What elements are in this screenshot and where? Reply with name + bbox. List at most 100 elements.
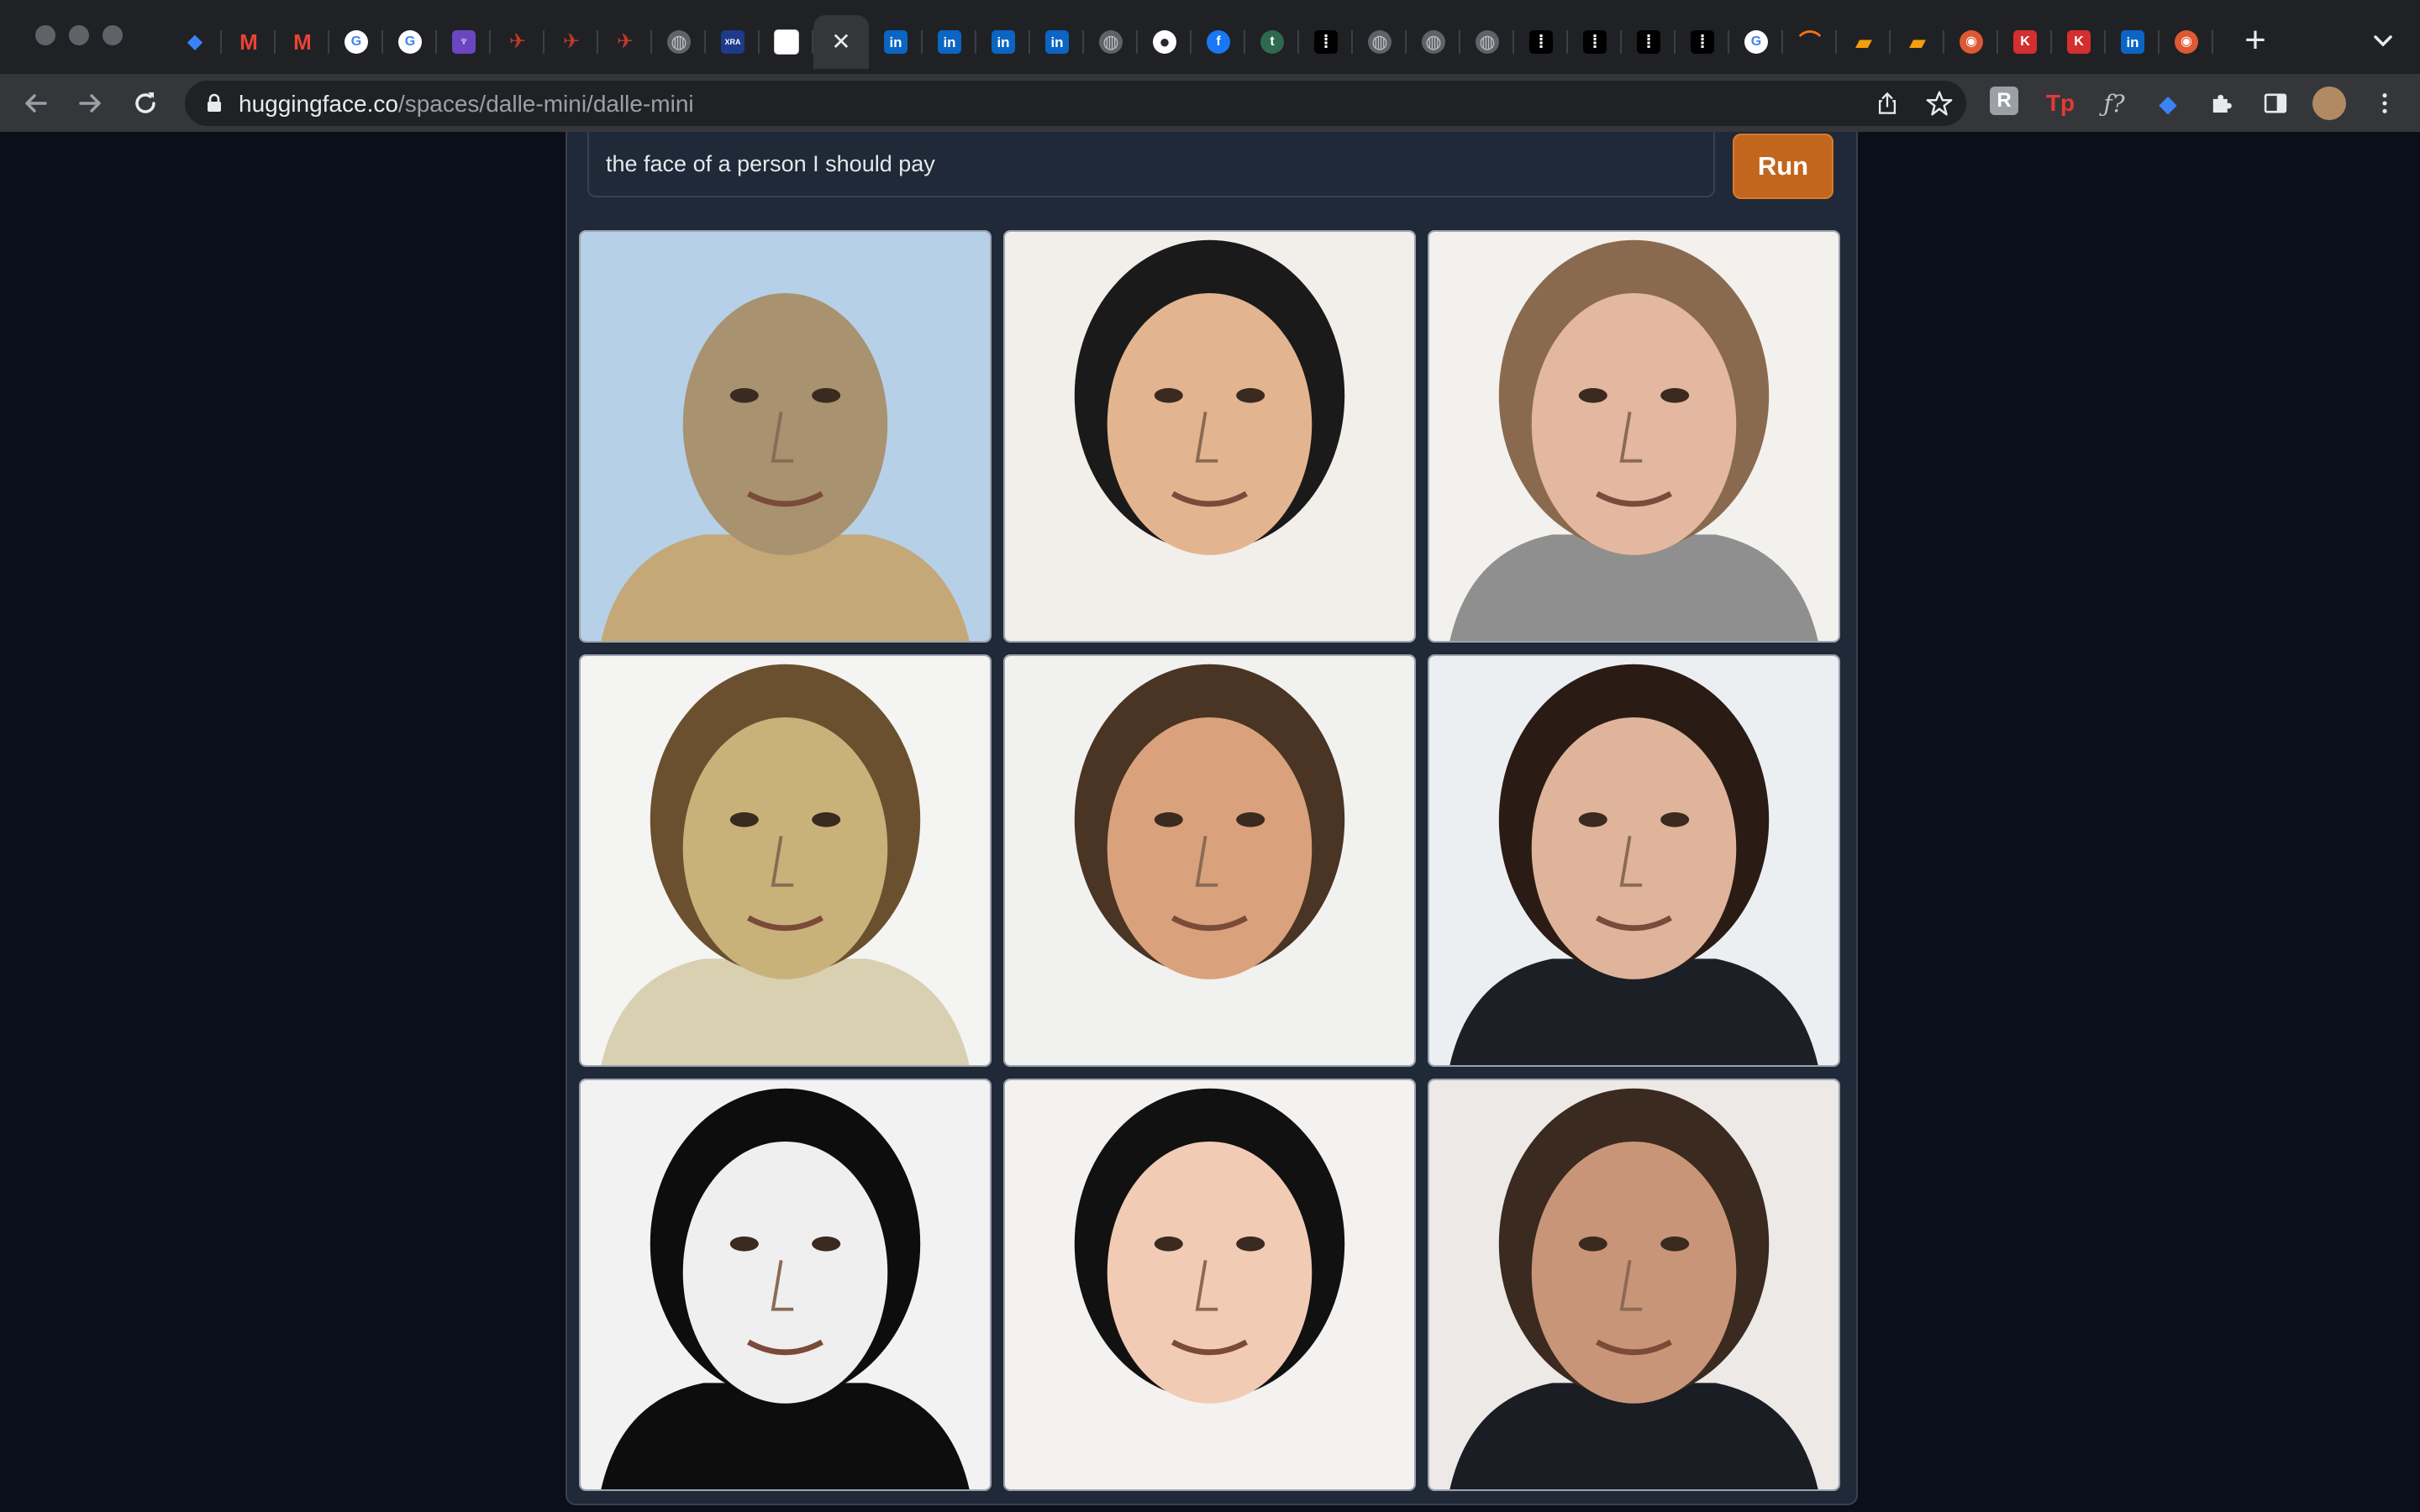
browser-menu-icon[interactable] [2368,87,2402,120]
browser-tab[interactable]: in [1030,15,1084,69]
run-button[interactable]: Run [1733,134,1833,199]
browser-tab[interactable]: K [2052,15,2106,69]
purple-app-icon: ♆ [452,30,476,54]
browser-tab[interactable] [760,15,813,69]
browser-tab[interactable]: K [1998,15,2052,69]
browser-tab[interactable]: M [222,15,276,69]
close-tab-icon[interactable]: ✕ [829,30,853,54]
generated-image-1[interactable] [579,230,992,643]
browser-tab[interactable]: ◉ [1944,15,1998,69]
tabs-list: ◆ M M G G ♆ ✈ ✈ ✈ ◍ XRA ✕ in in in in ◍ ● f t ⁞ ◍ ◍ ◍ ⁞ ⁞ ⁞ ⁞ G ⌒ ▰ ▰ ◉ K… [168,15,2213,69]
book-icon: ▰ [1855,29,1872,55]
browser-tab[interactable]: ◍ [1407,15,1460,69]
r-extension-glyph: R [1996,89,2012,112]
bookmark-star-icon[interactable] [1924,88,1954,118]
reload-button[interactable] [128,86,163,121]
address-bar[interactable]: huggingface.co/spaces/dalle-mini/dalle-m… [185,81,1966,126]
formula-extension-icon[interactable]: ƒ? [2097,87,2131,120]
browser-toolbar: huggingface.co/spaces/dalle-mini/dalle-m… [0,74,2420,132]
generated-image-6[interactable] [1428,654,1840,1067]
browser-tab[interactable]: f [1192,15,1245,69]
duckduckgo-icon: ◉ [1960,30,1983,54]
linkedin-icon: in [938,30,961,54]
close-window-button[interactable] [35,25,55,45]
browser-tab[interactable]: ✈ [544,15,598,69]
prompt-input[interactable] [589,132,1713,196]
generated-image-3-graphic [1429,232,1839,641]
red-bird-icon: ✈ [562,30,581,53]
tp-extension-glyph: Tp [2045,90,2075,116]
forward-button[interactable] [72,86,108,121]
browser-tab[interactable]: ⌒ [1783,15,1837,69]
globe-icon: ◍ [1099,30,1123,54]
browser-tab[interactable]: ✈ [491,15,544,69]
browser-tab[interactable]: in [2106,15,2160,69]
browser-tab[interactable]: ▰ [1837,15,1891,69]
globe-icon: ◍ [1422,30,1445,54]
browser-tab[interactable]: G [329,15,383,69]
linkedin-icon: in [1045,30,1069,54]
prompt-field[interactable] [587,132,1715,197]
browser-tab[interactable]: ◍ [1353,15,1407,69]
browser-tab[interactable]: M [276,15,329,69]
browser-tab[interactable]: ⁞ [1299,15,1353,69]
dots-icon: ⁞ [1691,30,1714,54]
side-panel-icon[interactable] [2259,87,2292,120]
browser-tab[interactable]: G [1729,15,1783,69]
zoom-window-button[interactable] [103,25,123,45]
tab-search-chevron-icon[interactable] [2368,25,2398,55]
generated-image-4[interactable] [579,654,992,1067]
browser-tab[interactable]: ● [1138,15,1192,69]
browser-tab[interactable]: in [923,15,976,69]
white-square-icon [774,29,799,55]
generated-image-3[interactable] [1428,230,1840,643]
generated-image-9[interactable] [1428,1079,1840,1491]
generated-image-8[interactable] [1003,1079,1416,1491]
generated-image-5-graphic [1005,656,1414,1065]
browser-tab[interactable]: ♆ [437,15,491,69]
google-icon: G [1744,30,1768,54]
dots-icon: ⁞ [1637,30,1660,54]
share-icon[interactable] [1872,88,1902,118]
profile-avatar[interactable] [2312,87,2346,120]
browser-tab[interactable]: in [869,15,923,69]
forward-arrow-icon [79,94,101,113]
generated-image-7[interactable] [579,1079,992,1491]
browser-tab[interactable]: ◍ [652,15,706,69]
browser-tab[interactable]: t [1245,15,1299,69]
t-app-icon: t [1260,30,1284,54]
browser-tab[interactable]: ⁞ [1568,15,1622,69]
browser-tab[interactable]: in [976,15,1030,69]
generated-image-2[interactable] [1003,230,1416,643]
active-tab[interactable]: ✕ [813,15,869,69]
reload-icon [135,92,155,113]
generated-image-6-graphic [1429,656,1839,1065]
k-icon: K [2067,30,2091,54]
browser-chrome: ◆ M M G G ♆ ✈ ✈ ✈ ◍ XRA ✕ in in in in ◍ ● f t ⁞ ◍ ◍ ◍ ⁞ ⁞ ⁞ ⁞ G ⌒ ▰ ▰ ◉ K… [0,0,2420,132]
lock-icon [208,93,221,112]
back-button[interactable] [18,86,54,121]
dots-icon: ⁞ [1583,30,1607,54]
minimize-window-button[interactable] [69,25,89,45]
browser-tab[interactable]: ⁞ [1676,15,1729,69]
browser-tab[interactable]: ⁞ [1514,15,1568,69]
extensions-puzzle-icon[interactable] [2205,87,2238,120]
browser-tab[interactable]: XRA [706,15,760,69]
browser-tab[interactable]: ◍ [1084,15,1138,69]
browser-tab[interactable]: ◆ [168,15,222,69]
dots-icon: ⁞ [1529,30,1553,54]
browser-tab[interactable]: ⁞ [1622,15,1676,69]
r-extension-icon[interactable]: R [1990,87,2018,115]
browser-tab[interactable]: ◉ [2160,15,2213,69]
browser-tab[interactable]: G [383,15,437,69]
tp-extension-icon[interactable]: Tp [2044,87,2077,120]
generated-image-5[interactable] [1003,654,1416,1067]
browser-tab[interactable]: ✈ [598,15,652,69]
red-bird-icon: ✈ [616,30,634,53]
new-tab-button[interactable]: + [2235,22,2275,62]
diamond-icon: ◆ [187,30,203,53]
linkedin-icon: in [992,30,1015,54]
browser-tab[interactable]: ◍ [1460,15,1514,69]
browser-tab[interactable]: ▰ [1891,15,1944,69]
diamond-extension-icon[interactable]: ◆ [2151,87,2185,120]
